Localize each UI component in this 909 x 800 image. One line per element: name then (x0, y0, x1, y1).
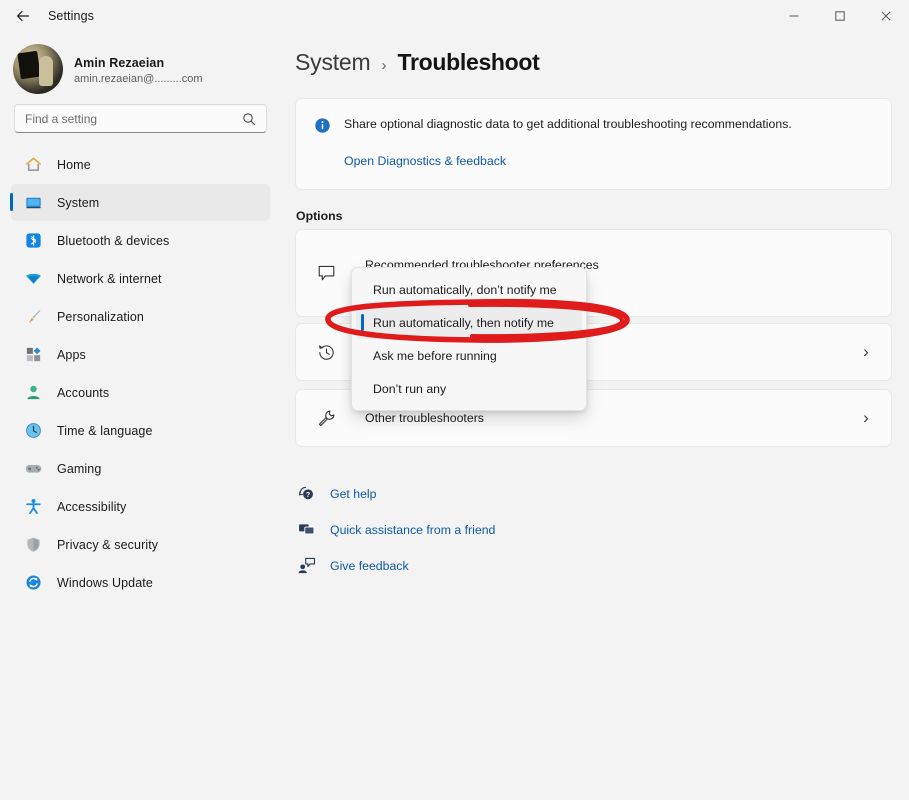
bluetooth-icon (23, 231, 43, 251)
sidebar-item-label: Personalization (57, 310, 144, 324)
dropdown-option-dont-run-any[interactable]: Don’t run any (356, 372, 582, 405)
svg-text:?: ? (305, 492, 309, 499)
title-bar: Settings (0, 0, 909, 32)
shield-icon (23, 535, 43, 555)
callout-bubble-icon (313, 263, 339, 284)
sidebar-item-personalization[interactable]: Personalization (11, 298, 270, 335)
sidebar-item-accessibility[interactable]: Accessibility (11, 488, 270, 525)
minimize-button[interactable] (771, 0, 817, 32)
dropdown-option-run-automatically-dont-notify[interactable]: Run automatically, don’t notify me (356, 273, 582, 306)
breadcrumb-parent[interactable]: System (295, 49, 370, 76)
clock-globe-icon (23, 421, 43, 441)
sidebar-item-apps[interactable]: Apps (11, 336, 270, 373)
diagnostic-data-banner: Share optional diagnostic data to get ad… (295, 98, 892, 190)
sidebar-item-bluetooth-devices[interactable]: Bluetooth & devices (11, 222, 270, 259)
settings-window: Settings Amin Rezaeian amin.rezaeian@...… (0, 0, 909, 800)
link-label: Get help (330, 487, 377, 501)
info-icon (314, 117, 332, 139)
search-box[interactable] (14, 104, 267, 133)
sidebar-item-label: Network & internet (57, 272, 162, 286)
profile-name: Amin Rezaeian (74, 56, 244, 70)
help-question-icon: ? (295, 484, 317, 503)
sidebar-item-label: System (57, 196, 99, 210)
sidebar-item-gaming[interactable]: Gaming (11, 450, 270, 487)
sidebar-item-label: Time & language (57, 424, 153, 438)
chevron-right-icon: › (859, 342, 873, 362)
wrench-icon (313, 408, 339, 429)
sidebar-item-label: Windows Update (57, 576, 153, 590)
sidebar-item-system[interactable]: System (11, 184, 270, 221)
profile-text: Amin Rezaeian amin.rezaeian@.........com (74, 54, 244, 85)
apps-grid-icon (23, 345, 43, 365)
back-button[interactable] (6, 1, 40, 31)
main-content: System › Troubleshoot Share optional dia… (281, 32, 909, 800)
wifi-icon (23, 269, 43, 289)
banner-text: Share optional diagnostic data to get ad… (344, 116, 792, 133)
card-title: Other troubleshooters (365, 411, 859, 425)
maximize-button[interactable] (817, 0, 863, 32)
search-icon (242, 112, 266, 126)
link-label: Give feedback (330, 559, 409, 573)
sidebar-item-label: Gaming (57, 462, 101, 476)
sidebar-item-home[interactable]: Home (11, 146, 270, 183)
app-title: Settings (48, 9, 94, 23)
breadcrumb: System › Troubleshoot (281, 32, 909, 76)
refresh-circle-icon (23, 573, 43, 593)
feedback-person-icon (295, 556, 317, 575)
recommended-troubleshooter-preferences-dropdown[interactable]: Run automatically, don’t notify me Run a… (351, 267, 587, 411)
paintbrush-icon (23, 307, 43, 327)
page-title: Troubleshoot (397, 49, 539, 76)
chevron-right-icon: › (859, 408, 873, 428)
banner-row: Share optional diagnostic data to get ad… (314, 116, 873, 139)
back-arrow-icon (15, 8, 31, 24)
sidebar-item-windows-update[interactable]: Windows Update (11, 564, 270, 601)
sidebar-item-network-internet[interactable]: Network & internet (11, 260, 270, 297)
person-icon (23, 383, 43, 403)
open-diagnostics-feedback-link[interactable]: Open Diagnostics & feedback (344, 154, 506, 168)
close-icon (880, 10, 892, 22)
sidebar-item-accounts[interactable]: Accounts (11, 374, 270, 411)
card-body: Other troubleshooters (365, 411, 859, 425)
history-clock-icon (313, 342, 339, 363)
accessibility-person-icon (23, 497, 43, 517)
footer-links: ? Get help Quick assistance from a frien… (295, 480, 909, 579)
sidebar-item-label: Accessibility (57, 500, 126, 514)
gamepad-icon (23, 459, 43, 479)
window-controls (771, 0, 909, 32)
sidebar: Amin Rezaeian amin.rezaeian@.........com (0, 32, 281, 800)
sidebar-item-label: Bluetooth & devices (57, 234, 169, 248)
dropdown-option-ask-me-before-running[interactable]: Ask me before running (356, 339, 582, 372)
get-help-link[interactable]: ? Get help (295, 480, 909, 507)
search-container (0, 94, 281, 133)
user-profile[interactable]: Amin Rezaeian amin.rezaeian@.........com (0, 32, 281, 94)
minimize-icon (788, 10, 800, 22)
sidebar-item-privacy-security[interactable]: Privacy & security (11, 526, 270, 563)
quick-assistance-link[interactable]: Quick assistance from a friend (295, 516, 909, 543)
sidebar-item-label: Apps (57, 348, 86, 362)
maximize-icon (834, 10, 846, 22)
remote-screens-icon (295, 520, 317, 539)
breadcrumb-separator: › (381, 57, 386, 74)
sidebar-item-label: Privacy & security (57, 538, 158, 552)
sidebar-item-label: Home (57, 158, 91, 172)
avatar (13, 44, 63, 94)
dropdown-option-run-automatically-then-notify[interactable]: Run automatically, then notify me (356, 306, 582, 339)
close-button[interactable] (863, 0, 909, 32)
sidebar-nav: Home System (0, 146, 281, 601)
give-feedback-link[interactable]: Give feedback (295, 552, 909, 579)
options-heading: Options (296, 209, 909, 223)
system-monitor-icon (23, 193, 43, 213)
home-icon (23, 155, 43, 175)
search-input[interactable] (15, 112, 242, 126)
profile-email: amin.rezaeian@.........com (74, 73, 244, 85)
link-label: Quick assistance from a friend (330, 523, 495, 537)
sidebar-item-time-language[interactable]: Time & language (11, 412, 270, 449)
sidebar-item-label: Accounts (57, 386, 109, 400)
